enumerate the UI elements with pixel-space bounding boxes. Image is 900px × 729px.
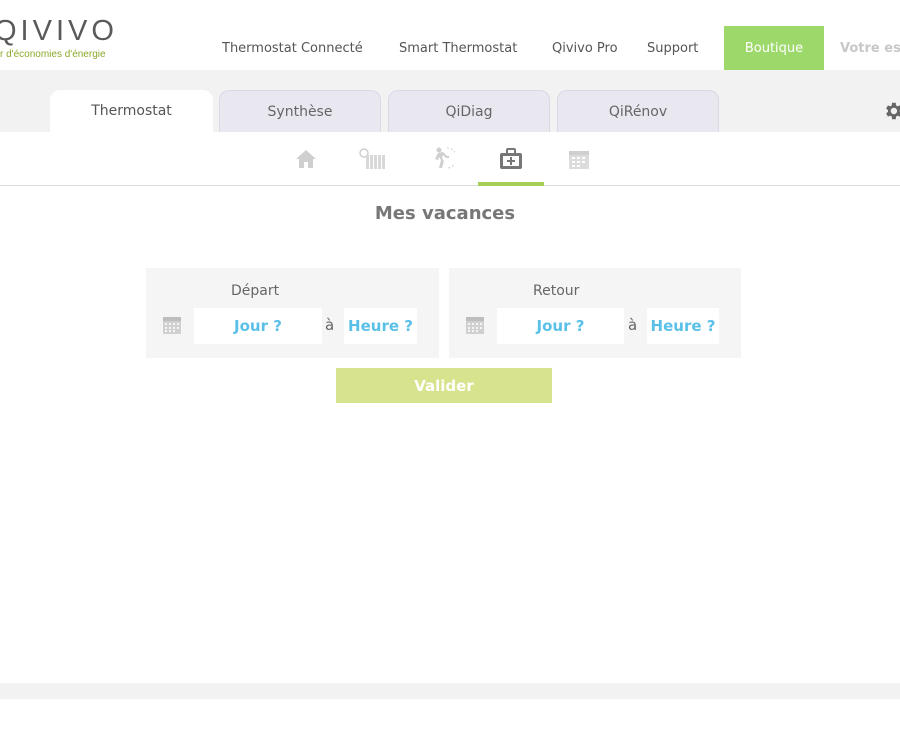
tab-qirenov[interactable]: QiRénov [557,90,719,132]
home-icon[interactable] [293,146,319,172]
logo-tagline: r d'économies d'énergie [0,49,106,60]
away-person-icon[interactable] [429,146,455,172]
tab-qidiag[interactable]: QiDiag [388,90,550,132]
logo[interactable]: QIVIVO r d'économies d'énergie [0,16,118,60]
departure-box: Départ Jour ? à Heure ? [146,268,439,358]
return-label: Retour [533,283,580,299]
footer-band [0,683,900,699]
nav-link-thermostat-connecte[interactable]: Thermostat Connecté [222,41,363,56]
return-hour-field[interactable]: Heure ? [647,308,719,344]
return-box: Retour Jour ? à Heure ? [449,268,741,358]
departure-calendar-icon[interactable] [163,316,181,334]
return-day-field[interactable]: Jour ? [497,308,624,344]
calendar-icon[interactable] [566,146,592,172]
active-subnav-indicator [478,182,544,186]
departure-day-field[interactable]: Jour ? [194,308,322,344]
validate-button[interactable]: Valider [336,368,552,403]
nav-link-smart-thermostat[interactable]: Smart Thermostat [399,41,517,56]
boutique-button[interactable]: Boutique [724,26,824,70]
page-title: Mes vacances [374,203,516,224]
gear-icon[interactable] [882,100,900,122]
account-link[interactable]: Votre esp [840,41,900,56]
tab-synthese[interactable]: Synthèse [219,90,381,132]
return-calendar-icon[interactable] [466,316,484,334]
sub-nav [0,132,900,186]
tab-bar: Thermostat Synthèse QiDiag QiRénov [0,70,900,132]
suitcase-icon[interactable] [498,146,524,172]
return-separator: à [628,316,638,334]
nav-link-support[interactable]: Support [647,41,698,56]
logo-text: QIVIVO [0,15,118,47]
radiator-icon[interactable] [358,146,388,172]
departure-label: Départ [231,283,280,299]
departure-separator: à [325,316,335,334]
nav-link-qivivo-pro[interactable]: Qivivo Pro [552,41,618,56]
site-header: QIVIVO r d'économies d'énergie Thermosta… [0,0,900,70]
departure-hour-field[interactable]: Heure ? [344,308,417,344]
tab-thermostat[interactable]: Thermostat [50,90,213,132]
